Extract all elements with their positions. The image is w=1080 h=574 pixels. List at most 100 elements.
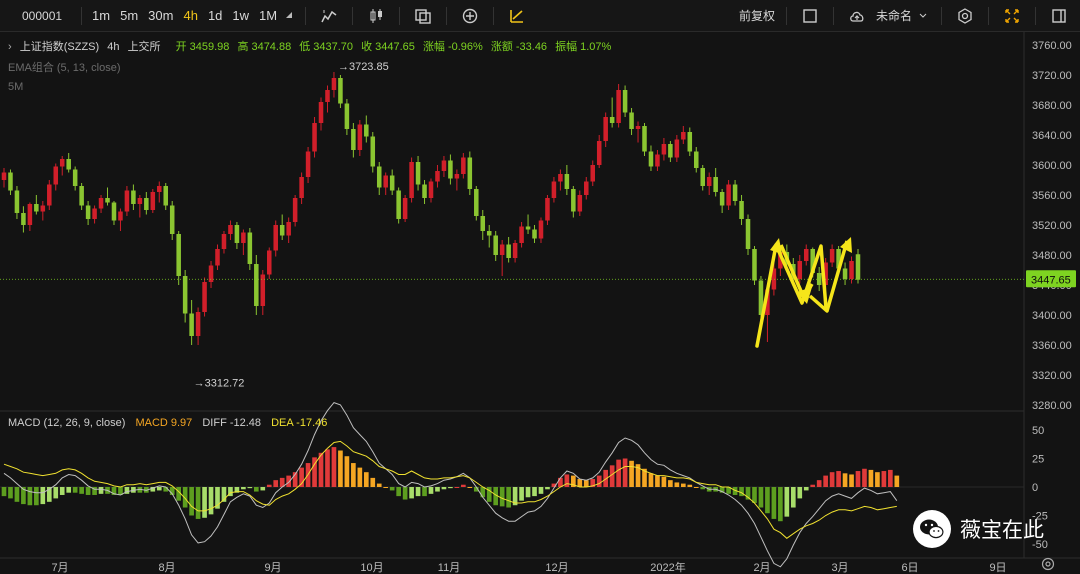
candle-body bbox=[299, 177, 304, 198]
legend-interval: 4h bbox=[107, 41, 120, 53]
candle-body bbox=[85, 205, 91, 219]
timeframe-30m[interactable]: 30m bbox=[143, 8, 178, 23]
timeframe-1m[interactable]: 1m bbox=[87, 8, 115, 23]
candle-body bbox=[661, 144, 667, 155]
macd-histogram-bar bbox=[409, 487, 414, 499]
candle-body bbox=[47, 184, 52, 206]
toolbar-divider bbox=[832, 6, 834, 25]
macd-histogram-bar bbox=[448, 487, 453, 489]
macd-histogram-bar bbox=[668, 480, 673, 487]
cloud-save-icon[interactable] bbox=[846, 5, 868, 27]
candle-body bbox=[383, 175, 388, 188]
candle-body bbox=[118, 211, 123, 221]
macd-histogram-bar bbox=[655, 475, 660, 487]
candle-body bbox=[622, 90, 628, 113]
macd-histogram-bar bbox=[829, 472, 835, 487]
candle-body bbox=[72, 169, 78, 186]
macd-histogram-bar bbox=[357, 467, 363, 487]
legend-chg-pct-label: 涨幅 bbox=[422, 41, 445, 53]
macd-histogram-bar bbox=[545, 487, 550, 490]
candle-body bbox=[745, 219, 751, 249]
macd-histogram-bar bbox=[816, 480, 822, 487]
macd-histogram-bar bbox=[868, 469, 874, 487]
candle-body bbox=[803, 249, 809, 261]
macd-histogram-bar bbox=[577, 479, 583, 487]
timeframe-dropdown-icon[interactable] bbox=[284, 5, 294, 27]
timeframe-1w[interactable]: 1w bbox=[227, 8, 254, 23]
macd-histogram-bar bbox=[596, 475, 602, 487]
macd-histogram-bar bbox=[253, 487, 259, 492]
volume-legend[interactable]: 5M bbox=[8, 81, 23, 93]
timeframe-5m[interactable]: 5m bbox=[115, 8, 143, 23]
price-tick-label: 3480.00 bbox=[1032, 250, 1072, 262]
macd-legend[interactable]: MACD (12, 26, 9, close) MACD 9.97 DIFF -… bbox=[8, 417, 334, 429]
candle-body bbox=[829, 249, 835, 263]
candle-body bbox=[137, 198, 143, 204]
macd-histogram-bar bbox=[72, 487, 78, 493]
macd-histogram-bar bbox=[376, 483, 382, 487]
candle-body bbox=[558, 174, 563, 182]
fullscreen-square-icon[interactable] bbox=[799, 5, 821, 27]
low-annotation: →3312.72 bbox=[194, 377, 245, 389]
timeframe-1M[interactable]: 1M bbox=[254, 8, 282, 23]
layout-name[interactable]: 未命名 bbox=[870, 7, 918, 24]
timeframe-4h[interactable]: 4h bbox=[178, 8, 202, 23]
layout-dropdown-icon[interactable] bbox=[918, 5, 928, 27]
macd-histogram-bar bbox=[441, 487, 447, 490]
drawing-tools-icon[interactable] bbox=[506, 5, 528, 27]
macd-tick-label: 0 bbox=[1032, 482, 1038, 494]
ema-legend[interactable]: EMA组合 (5, 13, close) bbox=[8, 59, 120, 75]
expand-arrows-icon[interactable] bbox=[1001, 5, 1023, 27]
candle-body bbox=[668, 144, 673, 158]
axis-settings-icon[interactable] bbox=[1040, 556, 1056, 572]
candlestick-icon[interactable] bbox=[365, 5, 387, 27]
candle-body bbox=[590, 165, 596, 182]
candle-body bbox=[234, 225, 240, 243]
legend-open-label: 开 bbox=[175, 41, 187, 53]
settings-gear-icon[interactable] bbox=[954, 5, 976, 27]
candle-body bbox=[752, 249, 757, 281]
candle-body bbox=[480, 216, 486, 231]
time-tick-label: 9月 bbox=[264, 562, 281, 574]
collapse-chevron-icon[interactable]: › bbox=[8, 41, 12, 53]
candle-body bbox=[157, 186, 162, 192]
indicators-icon[interactable] bbox=[459, 5, 481, 27]
toolbar-divider bbox=[941, 6, 942, 25]
macd-histogram-bar bbox=[286, 475, 291, 487]
wechat-watermark: 薇宝在此 bbox=[913, 510, 1044, 548]
compare-icon[interactable] bbox=[412, 5, 434, 27]
candle-body bbox=[273, 225, 278, 251]
candle-body bbox=[92, 208, 97, 219]
macd-histogram-bar bbox=[389, 487, 395, 491]
price-tick-label: 3400.00 bbox=[1032, 310, 1072, 322]
candle-body bbox=[66, 159, 71, 170]
legend-close: 3447.65 bbox=[375, 41, 415, 53]
candle-body bbox=[596, 141, 602, 165]
price-chart[interactable]: 3280.003320.003360.003400.003440.003480.… bbox=[0, 32, 1080, 574]
candle-body bbox=[551, 181, 557, 198]
adjust-button[interactable]: 前复权 bbox=[733, 7, 781, 24]
timeframe-1d[interactable]: 1d bbox=[203, 8, 227, 23]
chart-style-line-icon[interactable] bbox=[318, 5, 340, 27]
price-tick-label: 3320.00 bbox=[1032, 370, 1072, 382]
macd-histogram-bar bbox=[687, 484, 693, 487]
panel-toggle-icon[interactable] bbox=[1048, 5, 1070, 27]
macd-histogram-bar bbox=[396, 487, 401, 497]
time-tick-label: 9日 bbox=[989, 562, 1006, 574]
legend-chg: -33.46 bbox=[515, 41, 548, 53]
candle-body bbox=[247, 232, 253, 264]
candle-body bbox=[98, 198, 104, 209]
time-tick-label: 2月 bbox=[753, 562, 770, 574]
candle-body bbox=[571, 189, 576, 212]
macd-histogram-bar bbox=[461, 484, 466, 487]
time-tick-label: 7月 bbox=[51, 562, 68, 574]
candle-body bbox=[325, 90, 330, 102]
candle-body bbox=[27, 204, 33, 225]
candle-body bbox=[208, 265, 214, 282]
extreme-annotations: →3723.85 →3312.72 bbox=[194, 61, 389, 389]
candle-body bbox=[331, 78, 337, 90]
time-tick-label: 2022年 bbox=[650, 560, 685, 574]
price-tick-label: 3560.00 bbox=[1032, 190, 1072, 202]
macd-histogram-bar bbox=[241, 487, 246, 490]
symbol-search[interactable]: 000001 bbox=[0, 9, 76, 23]
